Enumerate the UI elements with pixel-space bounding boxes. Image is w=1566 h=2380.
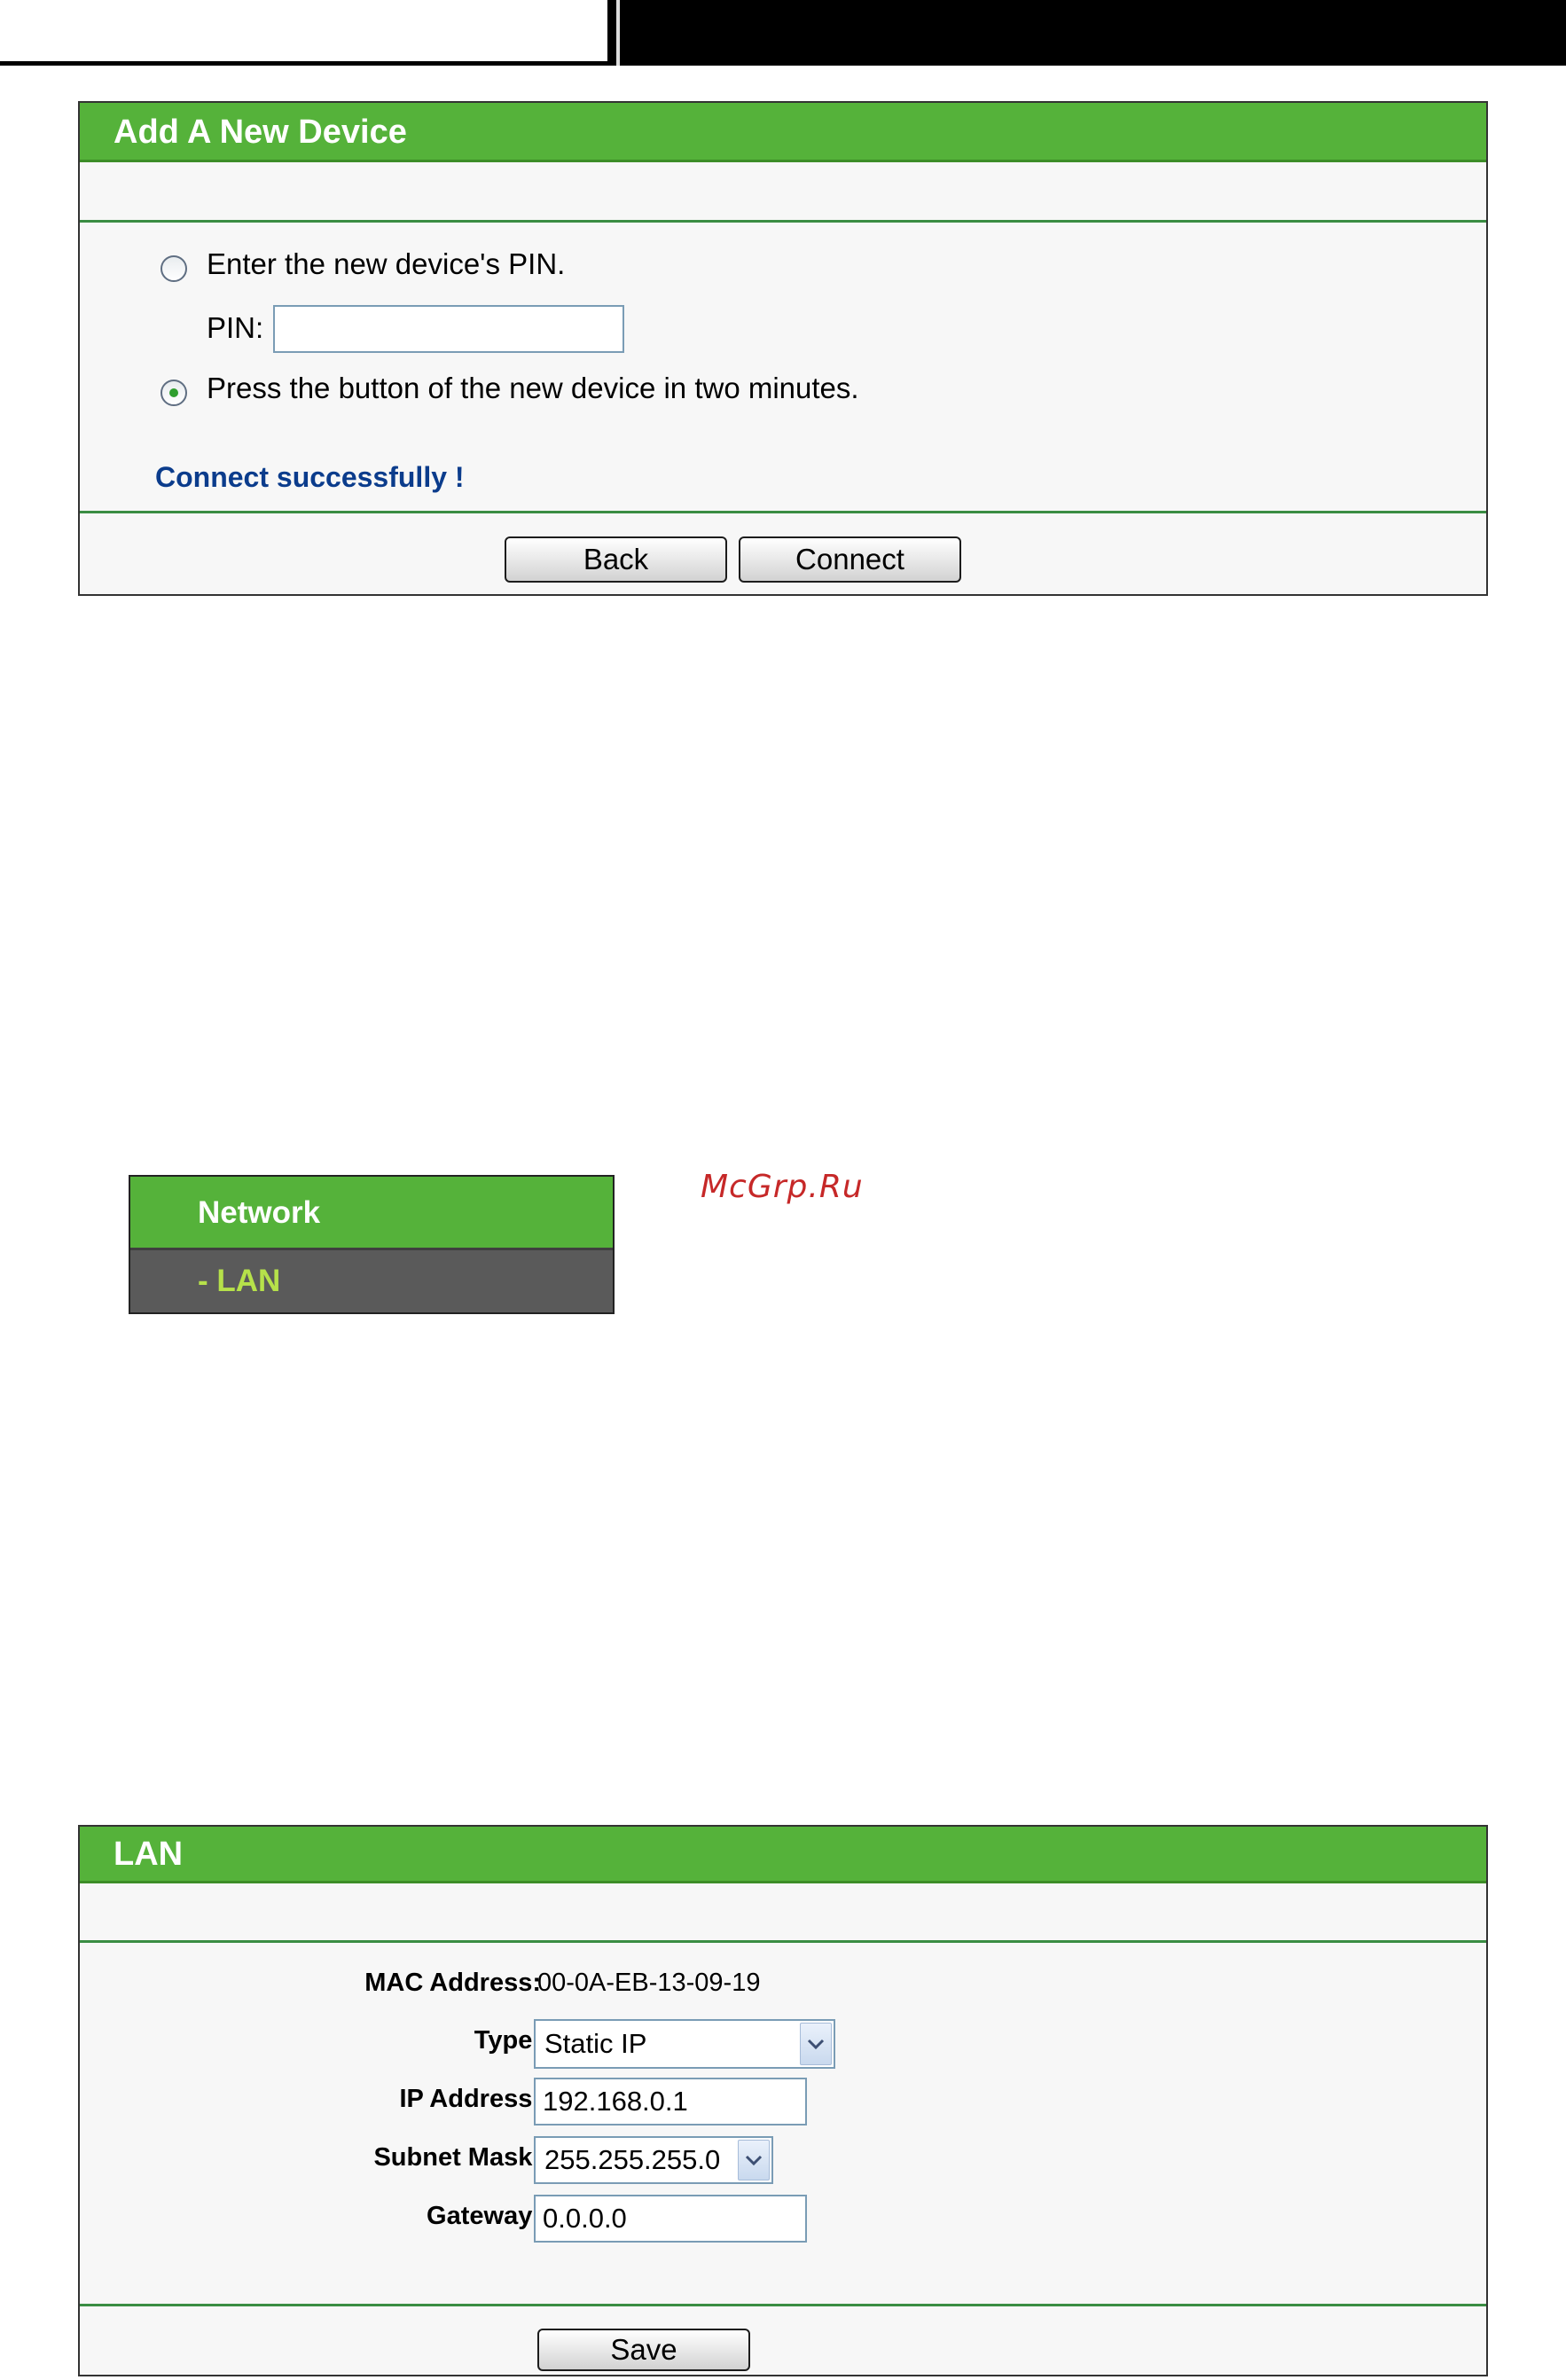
- type-select-value: Static IP: [544, 2028, 647, 2059]
- status-message: Connect successfully !: [155, 461, 465, 493]
- divider-bottom: [80, 511, 1486, 513]
- radio-pin-option[interactable]: [161, 255, 187, 282]
- save-button[interactable]: Save: [537, 2329, 750, 2371]
- ip-input-value: 192.168.0.1: [543, 2086, 688, 2117]
- lan-divider-top: [80, 1940, 1486, 1943]
- add-device-panel: Add A New Device Enter the new device's …: [78, 101, 1488, 596]
- ip-label: IP Address:: [399, 2085, 541, 2113]
- mask-select[interactable]: 255.255.255.0: [534, 2136, 773, 2184]
- network-menu: Network - LAN: [129, 1175, 615, 1314]
- pin-input[interactable]: [273, 305, 624, 353]
- button-option-label: Press the button of the new device in tw…: [207, 372, 859, 404]
- mask-select-value: 255.255.255.0: [544, 2144, 721, 2175]
- connect-button[interactable]: Connect: [739, 536, 961, 583]
- divider-top: [80, 220, 1486, 223]
- gateway-label: Gateway:: [427, 2202, 541, 2230]
- back-button[interactable]: Back: [505, 536, 727, 583]
- gateway-input[interactable]: 0.0.0.0: [534, 2195, 807, 2243]
- pin-option-label: Enter the new device's PIN.: [207, 247, 566, 280]
- ip-input[interactable]: 192.168.0.1: [534, 2078, 807, 2126]
- header-black-strip: [607, 0, 1566, 66]
- menu-network[interactable]: Network: [130, 1177, 613, 1248]
- pin-label: PIN:: [207, 311, 264, 344]
- mac-label: MAC Address:: [364, 1969, 541, 1997]
- type-select[interactable]: Static IP: [534, 2019, 835, 2069]
- chevron-down-icon[interactable]: [800, 2023, 832, 2065]
- lan-divider-bottom: [80, 2304, 1486, 2306]
- panel-title: Add A New Device: [80, 103, 1486, 162]
- radio-button-option[interactable]: [161, 380, 187, 406]
- lan-panel: LAN MAC Address: 00-0A-EB-13-09-19 Type:…: [78, 1825, 1488, 2376]
- header-white-strip: [0, 0, 607, 66]
- gateway-input-value: 0.0.0.0: [543, 2203, 627, 2234]
- mac-value: 00-0A-EB-13-09-19: [537, 1969, 761, 1997]
- menu-item-lan[interactable]: - LAN: [130, 1248, 613, 1312]
- chevron-down-icon[interactable]: [738, 2140, 770, 2180]
- watermark: McGrp.Ru: [701, 1169, 864, 1205]
- mask-label: Subnet Mask:: [373, 2143, 541, 2172]
- type-label: Type:: [474, 2026, 541, 2055]
- lan-panel-title: LAN: [80, 1827, 1486, 1883]
